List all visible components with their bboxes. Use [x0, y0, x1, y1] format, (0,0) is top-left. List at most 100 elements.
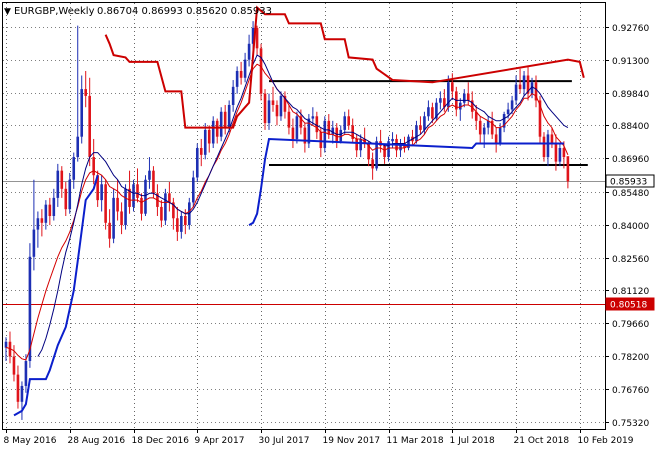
price-tick-label: 0.91300 — [612, 57, 649, 67]
candle-body — [466, 93, 470, 101]
date-tick-label: 21 Oct 2018 — [514, 436, 570, 446]
date-tick-label: 19 Nov 2017 — [323, 436, 381, 446]
candle-body — [180, 216, 183, 232]
candle-body — [427, 107, 430, 117]
price-tick-label: 0.78200 — [612, 353, 649, 363]
date-tick-label: 30 Jul 2017 — [259, 436, 310, 446]
candle — [104, 179, 107, 230]
candle-body — [44, 204, 48, 223]
price-tick-label: 0.81120 — [612, 287, 649, 297]
candle-body — [267, 100, 271, 124]
candle-body — [68, 179, 72, 210]
date-tick-label: 11 Mar 2018 — [387, 436, 444, 446]
candle-body — [542, 136, 546, 158]
candle-body — [112, 197, 115, 239]
candle-body — [32, 229, 36, 257]
candle-body — [211, 120, 215, 144]
candle-body — [160, 206, 163, 221]
candle-body — [215, 120, 219, 137]
candle-body — [88, 95, 91, 158]
date-tick-label: 9 Apr 2017 — [195, 436, 245, 446]
candle-body — [391, 138, 394, 142]
candle-body — [514, 84, 518, 101]
date-tick-label: 8 May 2016 — [4, 436, 57, 446]
candle-body — [383, 145, 386, 158]
candle-body — [120, 211, 123, 226]
candle-body — [355, 138, 358, 151]
date-tick-label: 28 Aug 2016 — [68, 436, 126, 446]
candle-body — [271, 100, 275, 105]
candle-body — [64, 188, 68, 210]
candle-body — [52, 197, 56, 216]
candle-body — [219, 111, 223, 137]
date-tick-label: 1 Jul 2018 — [450, 436, 495, 446]
candle-body — [247, 43, 251, 60]
candle-body — [36, 218, 40, 230]
candle-body — [498, 127, 502, 144]
price-tick-label: 0.85480 — [612, 189, 649, 199]
candle-body — [20, 385, 24, 402]
price-chart[interactable]: 0.92760 0.91300 0.89840 0.88400 0.86960 0.854… — [0, 0, 660, 450]
candle-body — [100, 184, 103, 201]
candle-body — [195, 148, 199, 178]
candle — [407, 134, 410, 151]
candle-body — [259, 48, 263, 94]
date-tick-label: 18 Dec 2016 — [132, 436, 190, 446]
chart-window[interactable]: 0.92760 0.91300 0.89840 0.88400 0.86960 0.854… — [0, 0, 660, 450]
candle-body — [458, 102, 462, 110]
candle-body — [24, 361, 28, 386]
candle-body — [203, 129, 207, 155]
header-triangle-icon: ▼ — [4, 7, 11, 17]
price-tick-label: 0.84000 — [612, 222, 649, 232]
candle-body — [359, 138, 362, 151]
candle — [124, 184, 127, 230]
price-tick-label: 0.92760 — [612, 24, 649, 34]
candle-body — [235, 70, 239, 87]
candle-body — [164, 193, 167, 221]
candle-body — [347, 116, 351, 126]
candle-body — [108, 222, 111, 239]
level-price-badge-label: 0.80518 — [610, 301, 647, 311]
candle-body — [558, 148, 562, 162]
candle-body — [550, 134, 554, 144]
candle-body — [546, 134, 550, 158]
candle-body — [140, 197, 143, 214]
chart-header: ▼ EURGBP,Weekly 0.86704 0.86993 0.85620 … — [4, 6, 272, 17]
candle-body — [76, 136, 80, 158]
header-symbol: EURGBP,Weekly — [14, 6, 95, 17]
candle-body — [104, 184, 107, 223]
candle-body — [431, 107, 434, 119]
price-tick-label: 0.76760 — [612, 386, 649, 396]
candle — [211, 116, 215, 149]
candle-body — [343, 116, 347, 130]
candle-body — [191, 177, 195, 203]
candle-body — [371, 159, 374, 169]
candle-body — [331, 127, 335, 135]
candle-body — [56, 170, 60, 198]
candle-body — [80, 89, 84, 137]
candle — [132, 179, 135, 212]
candle-body — [311, 116, 315, 119]
header-ohlc: 0.86704 0.86993 0.85620 0.85933 — [97, 6, 272, 17]
candle-body — [40, 218, 44, 223]
candle-body — [339, 129, 343, 142]
candle-body — [84, 89, 87, 96]
candle-body — [148, 170, 151, 180]
candle-body — [295, 116, 299, 139]
candle-body — [482, 127, 486, 135]
candle-body — [92, 157, 95, 176]
candle-body — [462, 93, 466, 103]
candle — [323, 116, 327, 153]
candle-body — [72, 157, 76, 180]
price-tick-label: 0.86960 — [612, 155, 649, 165]
candle-body — [263, 93, 267, 124]
candle-body — [315, 116, 319, 133]
candle-body — [184, 216, 187, 226]
candle-body — [522, 75, 526, 90]
candle-body — [327, 120, 331, 135]
candle-body — [152, 170, 155, 194]
candle-body — [136, 184, 139, 198]
candle-body — [60, 170, 64, 189]
candle — [375, 136, 378, 171]
candle-body — [451, 82, 454, 92]
